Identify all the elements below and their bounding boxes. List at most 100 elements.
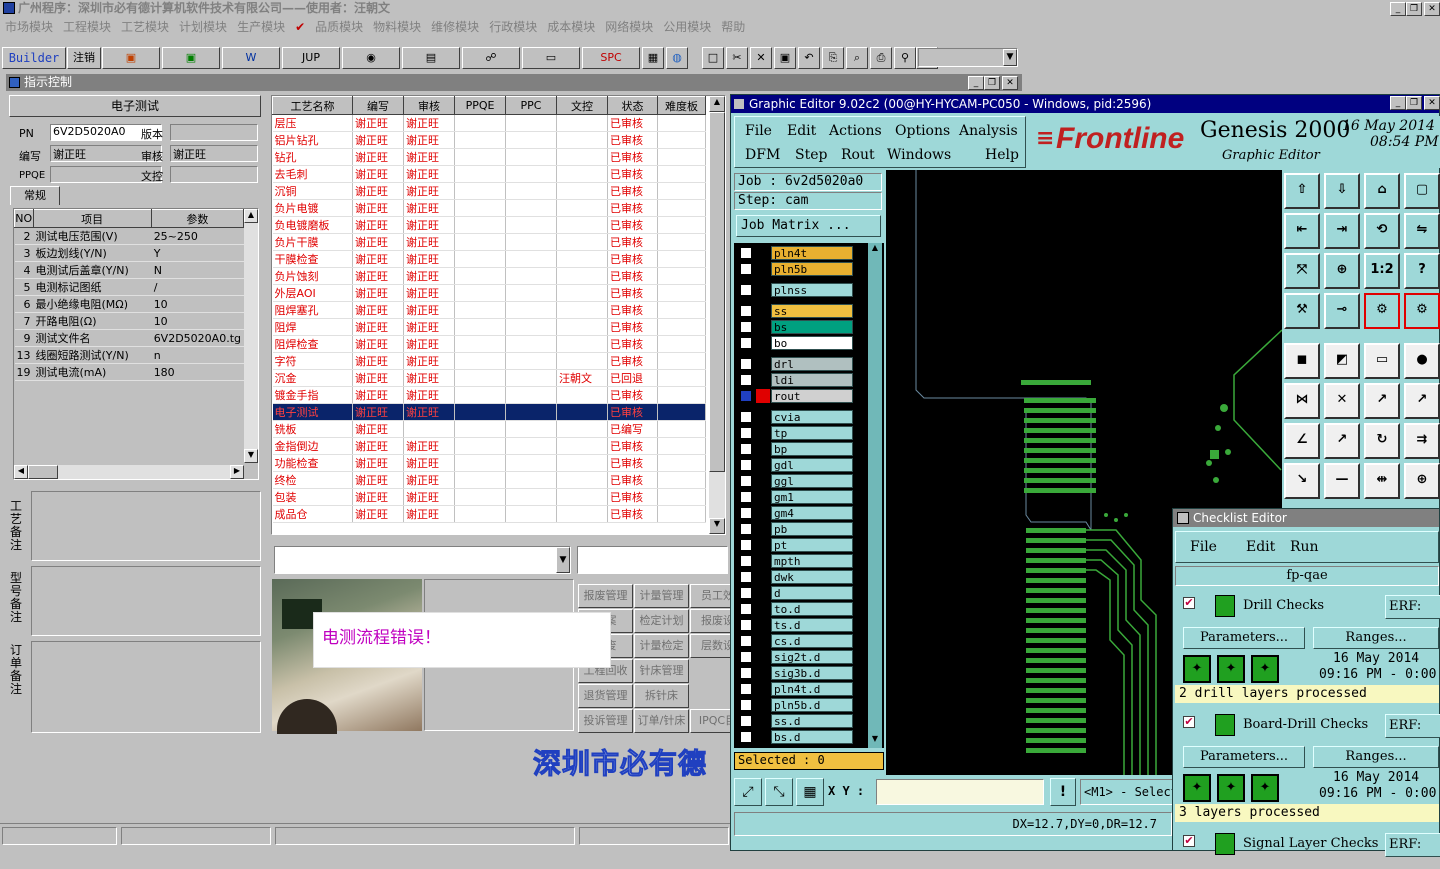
process-row[interactable]: 铣板 谢正旺 已编写 [272,420,706,438]
params-row[interactable]: 3 板边划线(Y/N) Y [14,244,245,262]
process-header[interactable]: 审核 [403,96,455,115]
checklist-menu-run[interactable]: Run [1290,539,1319,555]
layer-name[interactable]: pln4t [771,246,853,260]
frame-icon[interactable]: ▢ [1404,173,1440,209]
layer-checkbox[interactable] [740,587,752,599]
layer-name[interactable]: bo [771,336,853,350]
process-header[interactable]: PPQE [454,96,506,115]
layer-name[interactable]: pln4t.d [771,682,853,696]
layer-color-swatch[interactable] [756,506,770,520]
checklist-menu-edit[interactable]: Edit [1246,539,1275,555]
layer-name[interactable]: to.d [771,602,853,616]
angle-icon[interactable]: ∠ [1284,423,1320,459]
layer-name[interactable]: ss.d [771,714,853,728]
database-icon[interactable]: ▤ [402,47,460,69]
ge-menu-actions[interactable]: Actions [829,123,882,139]
node-icon[interactable]: ⊕ [1404,463,1440,499]
layer-color-swatch[interactable] [756,320,770,334]
layer-checkbox[interactable] [740,374,752,386]
layer-name[interactable]: ss [771,304,853,318]
preview-icon[interactable]: ⌕ [846,47,868,69]
probe-icon[interactable]: ⊸ [1324,293,1360,329]
layer-checkbox[interactable] [740,284,752,296]
dash-icon[interactable]: — [1324,463,1360,499]
process-header[interactable]: 文控 [556,96,608,115]
check-item-checkbox[interactable]: ✔ [1183,716,1195,728]
route-icon[interactable]: ↗ [1364,383,1400,419]
check-item-checkbox[interactable]: ✔ [1183,597,1195,609]
zoom-home-icon[interactable]: ⤢ [734,778,762,806]
menu-item-1[interactable]: 工程模块 [63,20,111,34]
run-icon[interactable]: ✦ [1183,774,1211,802]
layer-checkbox[interactable] [740,555,752,567]
layer-name[interactable]: d [771,586,853,600]
layer-color-swatch[interactable] [756,442,770,456]
erf-button[interactable]: ERF: [1385,595,1440,619]
layer-checkbox[interactable] [740,507,752,519]
layer-checkbox[interactable] [740,603,752,615]
mgmt-button[interactable]: 报废管理 [578,584,633,608]
layer-checkbox[interactable] [740,475,752,487]
layer-checkbox[interactable] [740,358,752,370]
run-icon[interactable]: ✦ [1217,774,1245,802]
params-header-value[interactable]: 参数 [150,209,245,228]
ge-menu-file[interactable]: File [745,123,772,139]
rotate-icon[interactable]: ⟲ [1364,213,1400,249]
layer-color-swatch[interactable] [756,730,770,744]
params-header-item[interactable]: 项目 [32,209,152,228]
run-icon[interactable]: ✦ [1217,655,1245,683]
parameters-button[interactable]: Parameters... [1183,627,1305,649]
layer-color-swatch[interactable] [756,373,770,387]
layer-checkbox[interactable] [740,539,752,551]
menu-item-11[interactable]: 公用模块 [663,20,711,34]
eye-icon[interactable]: ◉ [342,47,400,69]
menu-item-8[interactable]: 行政模块 [489,20,537,34]
scroll-right-icon[interactable]: ▶ [230,465,244,479]
ge-menu-dfm[interactable]: DFM [745,147,780,163]
run-icon[interactable]: ✦ [1251,774,1279,802]
process-row[interactable]: 负片电镀 谢正旺 谢正旺 已审核 [272,199,706,217]
menu-item-5[interactable]: 品质模块 [315,20,363,34]
layer-color-swatch[interactable] [756,357,770,371]
layer-color-swatch[interactable] [756,538,770,552]
cross-icon[interactable]: ✕ [1324,383,1360,419]
process-row[interactable]: 干膜检查 谢正旺 谢正旺 已审核 [272,250,706,268]
process-row[interactable]: 阻焊 谢正旺 谢正旺 已审核 [272,318,706,336]
layer-name[interactable]: rout [771,389,853,403]
layer-checkbox[interactable] [740,459,752,471]
move-left-icon[interactable]: ⇤ [1284,213,1320,249]
ge-menu-windows[interactable]: Windows [887,147,951,163]
layer-checkbox[interactable] [740,731,752,743]
layer-color-swatch[interactable] [756,570,770,584]
menu-item-9[interactable]: 成本模块 [547,20,595,34]
layer-color-swatch[interactable] [756,586,770,600]
config-icon[interactable]: ⚙ [1404,293,1440,329]
layer-checkbox[interactable] [740,491,752,503]
scroll-down-icon[interactable]: ▼ [709,518,725,534]
parameters-button[interactable]: Parameters... [1183,746,1305,768]
query-icon[interactable]: ? [1404,253,1440,289]
layer-checkbox[interactable] [740,571,752,583]
params-row[interactable]: 9 测试文件名 6V2D5020A0.tg [14,329,245,347]
check-item-checkbox[interactable]: ✔ [1183,835,1195,847]
secondary-combo[interactable] [577,546,728,574]
ge-menu-rout[interactable]: Rout [841,147,875,163]
process-row[interactable]: 外层AOI 谢正旺 谢正旺 已审核 [272,284,706,302]
process-row[interactable]: 字符 谢正旺 谢正旺 已审核 [272,352,706,370]
process-row[interactable]: 负电镀磨板 谢正旺 谢正旺 已审核 [272,216,706,234]
layer-checkbox[interactable] [740,667,752,679]
review-field[interactable]: 谢正旺 [170,145,258,162]
layer-color-swatch[interactable] [756,262,770,276]
layer-color-swatch[interactable] [756,650,770,664]
process-row[interactable]: 层压 谢正旺 谢正旺 已审核 [272,114,706,132]
calendar-icon[interactable]: ▦ [642,47,664,69]
params-row[interactable]: 4 电测试后盖章(Y/N) N [14,261,245,279]
layer-name[interactable]: ggl [771,474,853,488]
process-row[interactable]: 镀金手指 谢正旺 谢正旺 已审核 [272,386,706,404]
layer-checkbox[interactable] [740,247,752,259]
layer-color-swatch[interactable] [756,426,770,440]
panel-restore-button[interactable]: ❐ [984,76,1000,90]
ge-menu-help[interactable]: Help [985,147,1019,163]
fill-icon[interactable]: ◼ [1284,343,1320,379]
close-button[interactable]: ✕ [1424,2,1440,16]
